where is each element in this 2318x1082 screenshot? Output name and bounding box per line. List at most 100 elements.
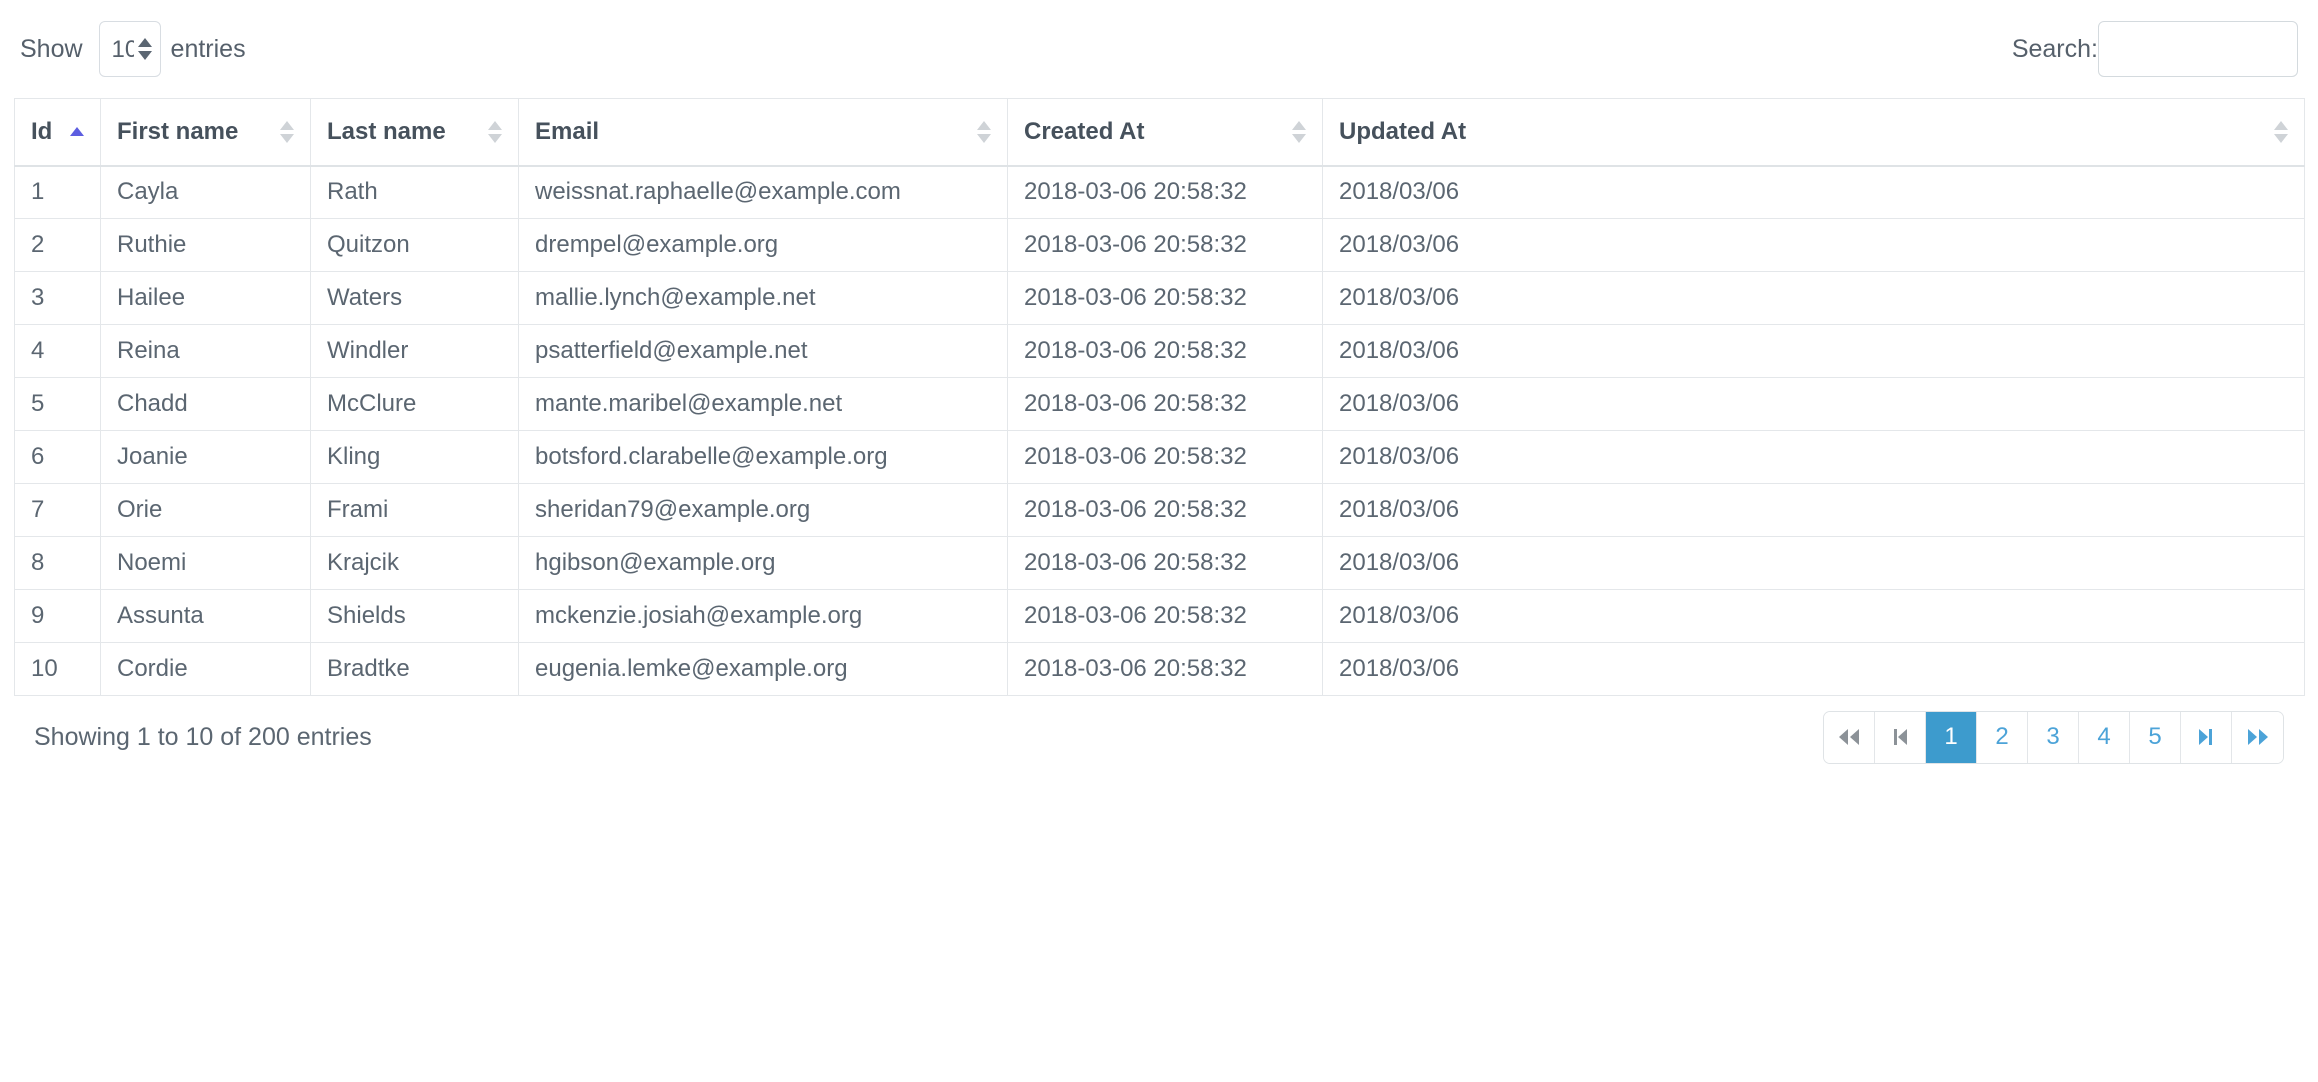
cell-last_name: McClure [311, 378, 519, 431]
single-right-icon [2196, 727, 2216, 747]
cell-last_name: Windler [311, 325, 519, 378]
cell-first_name: Assunta [101, 590, 311, 643]
table-body: 1CaylaRathweissnat.raphaelle@example.com… [15, 166, 2305, 696]
cell-first_name: Joanie [101, 431, 311, 484]
cell-created_at: 2018-03-06 20:58:32 [1008, 325, 1323, 378]
column-header-label: Created At [1024, 118, 1144, 146]
column-header-first_name[interactable]: First name [101, 99, 311, 166]
column-header-label: Updated At [1339, 118, 1466, 146]
pagination-page-4-button[interactable]: 4 [2079, 712, 2130, 763]
column-header-label: First name [117, 118, 238, 146]
pagination-page-1-button[interactable]: 1 [1926, 712, 1977, 763]
pagination-label: 3 [2046, 723, 2059, 751]
length-select-wrap: 10 [99, 21, 161, 77]
table-row: 7OrieFramisheridan79@example.org2018-03-… [15, 484, 2305, 537]
cell-created_at: 2018-03-06 20:58:32 [1008, 484, 1323, 537]
search-label: Search: [2012, 35, 2098, 64]
search-input[interactable] [2098, 21, 2298, 77]
cell-created_at: 2018-03-06 20:58:32 [1008, 431, 1323, 484]
cell-first_name: Hailee [101, 272, 311, 325]
sort-toggle-icon[interactable] [2274, 121, 2288, 143]
pagination: 1 2 345 [1823, 711, 2284, 764]
cell-email: mante.maribel@example.net [519, 378, 1008, 431]
cell-created_at: 2018-03-06 20:58:32 [1008, 643, 1323, 696]
column-header-updated_at[interactable]: Updated At [1323, 99, 2305, 166]
cell-created_at: 2018-03-06 20:58:32 [1008, 590, 1323, 643]
table-row: 2RuthieQuitzondrempel@example.org2018-03… [15, 219, 2305, 272]
sort-ascending-icon[interactable] [70, 127, 84, 136]
table-row: 9AssuntaShieldsmckenzie.josiah@example.o… [15, 590, 2305, 643]
column-header-inner: Updated At [1339, 118, 2288, 146]
entries-label: entries [171, 35, 246, 64]
caret-down-icon [2274, 134, 2288, 143]
caret-down-icon [488, 134, 502, 143]
cell-id: 8 [15, 537, 101, 590]
cell-created_at: 2018-03-06 20:58:32 [1008, 166, 1323, 219]
cell-first_name: Noemi [101, 537, 311, 590]
cell-last_name: Kling [311, 431, 519, 484]
table-row: 3HaileeWatersmallie.lynch@example.net201… [15, 272, 2305, 325]
cell-last_name: Bradtke [311, 643, 519, 696]
pagination-first-button [1824, 712, 1875, 763]
cell-last_name: Rath [311, 166, 519, 219]
sort-toggle-icon[interactable] [280, 121, 294, 143]
pagination-label: 2 [1995, 723, 2008, 751]
table-row: 5ChaddMcCluremante.maribel@example.net20… [15, 378, 2305, 431]
cell-last_name: Frami [311, 484, 519, 537]
pagination-page-3-button[interactable]: 3 [2028, 712, 2079, 763]
pagination-next-button[interactable] [2181, 712, 2232, 763]
cell-email: mallie.lynch@example.net [519, 272, 1008, 325]
column-header-last_name[interactable]: Last name [311, 99, 519, 166]
cell-first_name: Reina [101, 325, 311, 378]
column-header-id[interactable]: Id [15, 99, 101, 166]
sort-toggle-icon[interactable] [1292, 121, 1306, 143]
caret-up-icon [1292, 121, 1306, 130]
pagination-previous-button [1875, 712, 1926, 763]
caret-up-icon [70, 127, 84, 136]
entries-info: Showing 1 to 10 of 200 entries [34, 723, 372, 752]
caret-down-icon [280, 134, 294, 143]
results-table: Id First name Last name Email Created At Upda… [14, 98, 2305, 696]
column-header-inner: Id [31, 118, 84, 146]
column-header-inner: First name [117, 118, 294, 146]
entries-per-page-select[interactable]: 10 [99, 21, 161, 77]
cell-created_at: 2018-03-06 20:58:32 [1008, 378, 1323, 431]
cell-updated_at: 2018/03/06 [1323, 537, 2305, 590]
cell-id: 1 [15, 166, 101, 219]
sort-toggle-icon[interactable] [488, 121, 502, 143]
caret-down-icon [1292, 134, 1306, 143]
caret-up-icon [488, 121, 502, 130]
cell-id: 10 [15, 643, 101, 696]
length-control: Show 10 entries [20, 21, 246, 77]
table-footer: Showing 1 to 10 of 200 entries 1 2 345 [14, 696, 2304, 778]
cell-email: psatterfield@example.net [519, 325, 1008, 378]
cell-email: weissnat.raphaelle@example.com [519, 166, 1008, 219]
cell-email: mckenzie.josiah@example.org [519, 590, 1008, 643]
cell-updated_at: 2018/03/06 [1323, 643, 2305, 696]
cell-id: 5 [15, 378, 101, 431]
column-header-label: Last name [327, 118, 446, 146]
cell-first_name: Chadd [101, 378, 311, 431]
table-row: 8NoemiKrajcikhgibson@example.org2018-03-… [15, 537, 2305, 590]
sort-toggle-icon[interactable] [977, 121, 991, 143]
cell-last_name: Quitzon [311, 219, 519, 272]
cell-created_at: 2018-03-06 20:58:32 [1008, 272, 1323, 325]
single-left-icon [1890, 727, 1910, 747]
pagination-last-button[interactable] [2232, 712, 2283, 763]
pagination-label: 5 [2148, 723, 2161, 751]
cell-updated_at: 2018/03/06 [1323, 378, 2305, 431]
caret-down-icon [977, 134, 991, 143]
pagination-page-5-button[interactable]: 5 [2130, 712, 2181, 763]
table-row: 4ReinaWindlerpsatterfield@example.net201… [15, 325, 2305, 378]
cell-updated_at: 2018/03/06 [1323, 325, 2305, 378]
cell-id: 3 [15, 272, 101, 325]
search-control: Search: [2012, 21, 2298, 77]
column-header-inner: Created At [1024, 118, 1306, 146]
datatable-page: Show 10 entries Search: IdFirst nameL [0, 0, 2318, 1082]
column-header-email[interactable]: Email [519, 99, 1008, 166]
cell-id: 4 [15, 325, 101, 378]
column-header-created_at[interactable]: Created At [1008, 99, 1323, 166]
pagination-label: 1 [1944, 723, 1957, 751]
pagination-page-2-button[interactable]: 2 [1977, 712, 2028, 763]
double-right-icon [2245, 727, 2271, 747]
